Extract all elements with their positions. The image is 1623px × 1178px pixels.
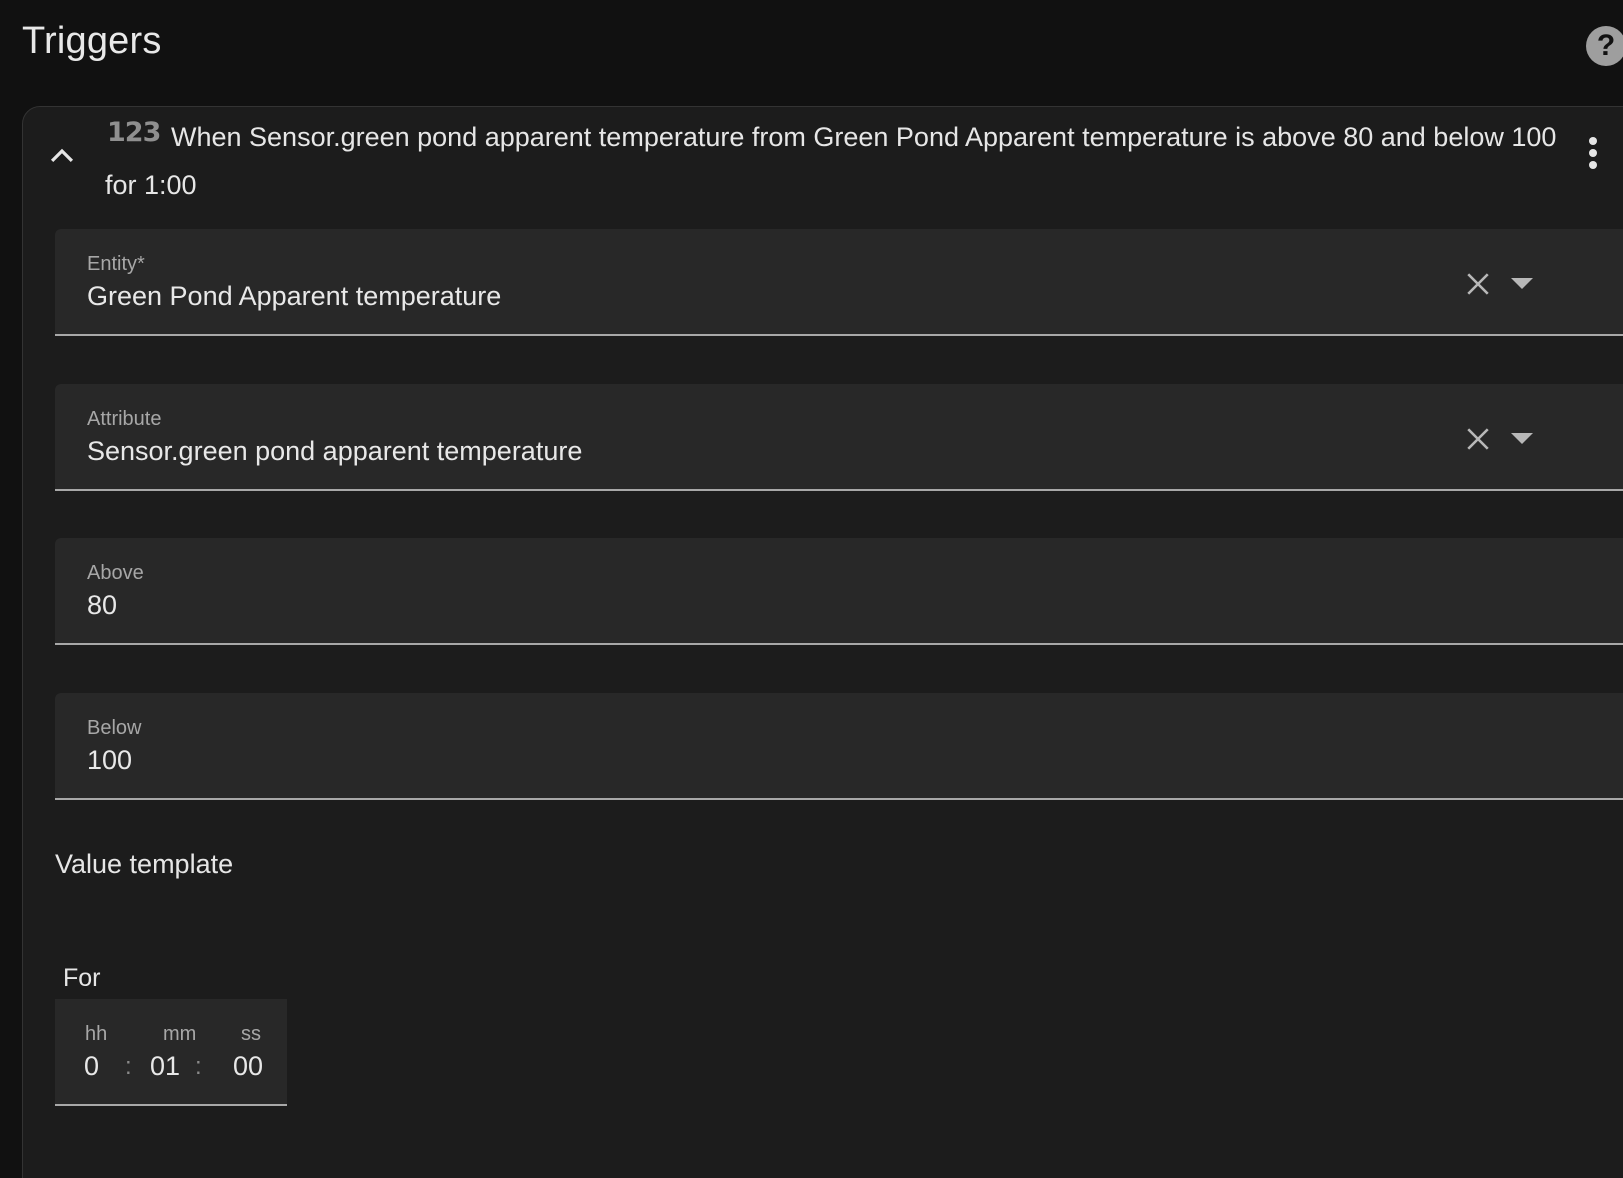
menu-dot xyxy=(1589,149,1597,157)
hours-input[interactable]: 0 xyxy=(84,1051,99,1082)
hours-label: hh xyxy=(85,1023,108,1045)
attribute-label: Attribute xyxy=(87,408,162,430)
below-value[interactable]: 100 xyxy=(87,745,132,776)
entity-label: Entity* xyxy=(87,253,145,275)
menu-dot xyxy=(1589,161,1597,169)
close-icon[interactable] xyxy=(1465,426,1491,452)
menu-dot xyxy=(1589,137,1597,145)
trigger-summary[interactable]: When Sensor.green pond apparent temperat… xyxy=(105,113,1585,209)
seconds-input[interactable]: 00 xyxy=(233,1051,263,1082)
numeric-state-icon: 123 xyxy=(107,117,161,148)
close-icon[interactable] xyxy=(1465,271,1491,297)
trigger-card: When Sensor.green pond apparent temperat… xyxy=(22,106,1623,1178)
below-label: Below xyxy=(87,717,142,739)
for-label: For xyxy=(63,964,101,992)
value-template-label[interactable]: Value template xyxy=(55,849,233,880)
section-title: Triggers xyxy=(22,20,162,62)
time-separator: : xyxy=(125,1053,132,1080)
attribute-picker[interactable]: Attribute Sensor.green pond apparent tem… xyxy=(55,384,1623,491)
attribute-value[interactable]: Sensor.green pond apparent temperature xyxy=(87,436,582,467)
minutes-label: mm xyxy=(163,1023,197,1045)
chevron-down-icon[interactable] xyxy=(1511,277,1533,291)
seconds-label: ss xyxy=(241,1023,261,1045)
time-separator: : xyxy=(195,1053,202,1080)
below-field[interactable]: Below 100 xyxy=(55,693,1623,800)
above-field[interactable]: Above 80 xyxy=(55,538,1623,645)
automation-editor: Triggers ? When Sensor.green pond appare… xyxy=(0,0,1623,1178)
entity-value[interactable]: Green Pond Apparent temperature xyxy=(87,281,501,312)
above-value[interactable]: 80 xyxy=(87,590,117,621)
minutes-input[interactable]: 01 xyxy=(150,1051,180,1082)
duration-input[interactable]: hh mm ss 0 : 01 : 00 xyxy=(55,999,287,1106)
more-vertical-icon[interactable] xyxy=(1587,137,1599,173)
chevron-down-icon[interactable] xyxy=(1511,432,1533,446)
help-icon[interactable]: ? xyxy=(1586,26,1623,66)
chevron-up-icon[interactable] xyxy=(47,141,77,171)
above-label: Above xyxy=(87,562,144,584)
entity-picker[interactable]: Entity* Green Pond Apparent temperature xyxy=(55,229,1623,336)
